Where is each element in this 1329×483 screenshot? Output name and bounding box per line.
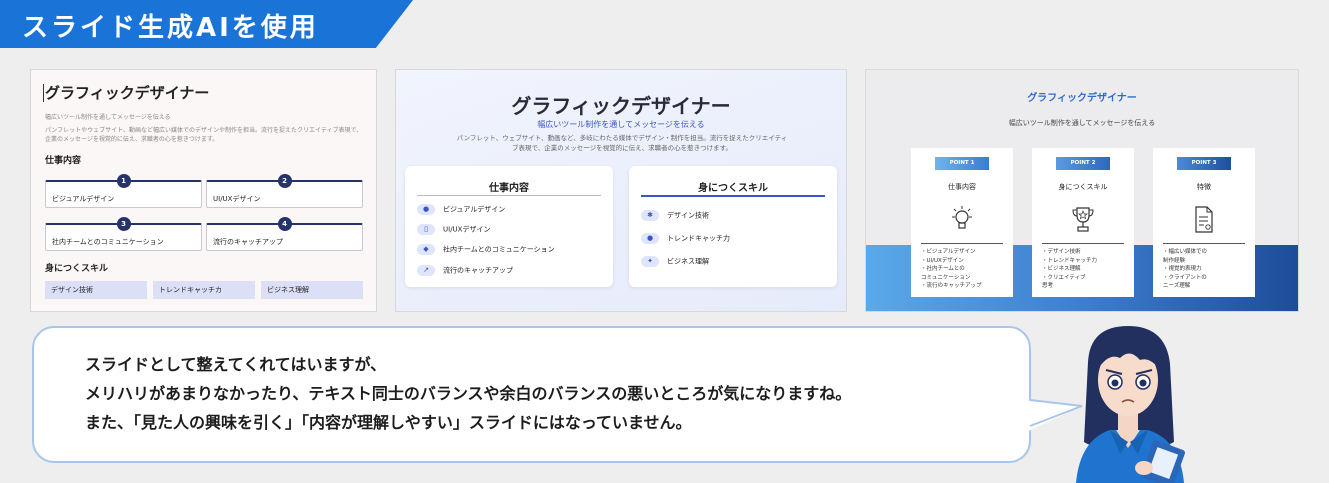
slide1-skills-heading: 身につくスキル bbox=[45, 264, 109, 274]
slide3-subtitle: 幅広いツール制作を通してメッセージを伝える bbox=[1008, 119, 1156, 127]
slide1-work-item: 3 社内チームとのコミュニケーション bbox=[45, 217, 202, 251]
list-item: ▯ UI/UXデザイン bbox=[417, 224, 490, 238]
divider bbox=[641, 195, 825, 197]
list-item-label: ビジネス理解 bbox=[667, 257, 709, 266]
skill-chip: ビジネス理解 bbox=[261, 281, 363, 299]
handshake-icon: ✦ bbox=[641, 256, 659, 267]
list-item-label: トレンドキャッチ力 bbox=[667, 234, 730, 243]
point-list-line: ・UI/UXデザイン bbox=[921, 257, 964, 264]
chart-icon: ↗ bbox=[417, 265, 435, 276]
point-list-line: ・ビジュアルデザイン bbox=[921, 249, 976, 255]
point-list-line: ・流行のキャッチアップ bbox=[921, 283, 982, 290]
point-list-line: ・クリエイティブ bbox=[1042, 274, 1086, 281]
point-list-line: ニーズ理解 bbox=[1163, 283, 1191, 290]
slide-preview-2: グラフィックデザイナー 幅広いツール制作を通してメッセージを伝える パンフレット… bbox=[395, 69, 847, 312]
slide2-description: パンフレット、ウェブサイト、動画など、多岐にわたる媒体でデザイン・制作を担当。流… bbox=[456, 134, 788, 153]
point-list: ・ビジュアルデザイン ・UI/UXデザイン ・社内チームとの コミュニケーション… bbox=[921, 248, 982, 291]
trophy-icon bbox=[1072, 207, 1094, 232]
point-list-line: コミュニケーション bbox=[921, 274, 971, 281]
lightbulb-icon bbox=[952, 206, 972, 229]
list-item-label: デザイン技術 bbox=[667, 211, 709, 220]
point-column: POINT 2 身につくスキル ・デザイン技術 ・トレンドキャッチ力 ・ビジネス… bbox=[1032, 148, 1134, 297]
point-list-line: ・デザイン技術 bbox=[1042, 249, 1081, 255]
point-column: POINT 3 特徴 ・幅広い媒体での 制作経験 ・視覚的表現力 ・クライアント… bbox=[1153, 148, 1255, 297]
point-title: 特徴 bbox=[1197, 183, 1211, 191]
point-list-line: ・クライアントの bbox=[1163, 274, 1207, 281]
work-item-label: UI/UXデザイン bbox=[213, 195, 261, 203]
point-badge: POINT 1 bbox=[935, 157, 989, 170]
phone-icon: ▯ bbox=[417, 224, 435, 235]
work-item-label: 流行のキャッチアップ bbox=[213, 238, 283, 246]
point-list-line: ・視覚的表現力 bbox=[1163, 266, 1202, 273]
slide-preview-3: グラフィックデザイナー 幅広いツール制作を通してメッセージを伝える POINT … bbox=[865, 69, 1299, 312]
slide2-subtitle: 幅広いツール制作を通してメッセージを伝える bbox=[537, 120, 705, 129]
work-item-label: ビジュアルデザイン bbox=[52, 195, 115, 203]
speech-line: メリハリがあまりなかったり、テキスト同士のバランスや余白のバランスの悪いところが… bbox=[85, 384, 852, 403]
skills-card: 身につくスキル ✱ デザイン技術 ● トレンドキャッチ力 ✦ ビジネス理解 bbox=[629, 166, 837, 287]
slide3-title: グラフィックデザイナー bbox=[1027, 93, 1137, 104]
gears-icon: ✱ bbox=[641, 210, 659, 221]
point-list: ・デザイン技術 ・トレンドキャッチ力 ・ビジネス理解 ・クリエイティブ 思考 bbox=[1042, 248, 1097, 291]
point-title: 仕事内容 bbox=[948, 183, 976, 191]
point-list-line: 思考 bbox=[1042, 283, 1054, 290]
banner-title: スライド生成AIを使用 bbox=[22, 13, 319, 43]
list-item: ● ビジュアルデザイン bbox=[417, 204, 505, 218]
skill-chip: トレンドキャッチカ bbox=[153, 281, 255, 299]
point-title: 身につくスキル bbox=[1058, 183, 1108, 191]
slide1-work-item: 2 UI/UXデザイン bbox=[206, 174, 363, 208]
slide1-description: パンフレットやウェブサイト、動画など幅広い媒体でのデザインや制作を担当。流行を捉… bbox=[45, 127, 363, 143]
slide1-title: グラフィックデザイナー bbox=[45, 84, 210, 102]
skills-card-title: 身につくスキル bbox=[698, 183, 768, 194]
speech-text: スライドとして整えてくれてはいますが、 メリハリがあまりなかったり、テキスト同士… bbox=[85, 350, 851, 437]
slide-preview-1: グラフィックデザイナー 幅広いツール制作を通してメッセージを伝える パンフレット… bbox=[30, 69, 377, 312]
speech-line: スライドとして整えてくれてはいますが、 bbox=[85, 355, 387, 374]
work-card-title: 仕事内容 bbox=[489, 183, 529, 194]
list-item: ● トレンドキャッチ力 bbox=[641, 233, 730, 247]
document-icon bbox=[1195, 206, 1213, 233]
point-list-line: 制作経験 bbox=[1163, 257, 1186, 264]
work-item-label: 社内チームとのコミュニケーション bbox=[52, 238, 164, 246]
list-item-label: 流行のキャッチアップ bbox=[443, 266, 513, 275]
point-badge: POINT 2 bbox=[1056, 157, 1110, 170]
chat-icon: ◆ bbox=[417, 244, 435, 255]
slide1-work-item: 1 ビジュアルデザイン bbox=[45, 174, 202, 208]
text-cursor bbox=[43, 84, 44, 102]
slide1-work-heading: 仕事内容 bbox=[45, 156, 82, 166]
work-card: 仕事内容 ● ビジュアルデザイン ▯ UI/UXデザイン ◆ 社内チームとのコミュニケ… bbox=[405, 166, 613, 287]
slide2-title: グラフィックデザイナー bbox=[511, 94, 731, 118]
list-item-label: ビジュアルデザイン bbox=[443, 205, 506, 214]
speech-line: また、「見た人の興味を引く」「内容が理解しやすい」スライドにはなっていません。 bbox=[85, 413, 692, 432]
divider bbox=[921, 243, 1003, 244]
point-column: POINT 1 仕事内容 ・ビジュアルデザイン ・UI/UXデザイン ・社内チー… bbox=[911, 148, 1013, 297]
step-number: 4 bbox=[277, 217, 292, 231]
point-list-line: ・幅広い媒体での bbox=[1163, 249, 1208, 255]
list-item: ✦ ビジネス理解 bbox=[641, 256, 709, 270]
step-number: 3 bbox=[116, 217, 131, 231]
point-list-line: ・ビジネス理解 bbox=[1042, 266, 1081, 273]
lightbulb-icon: ● bbox=[641, 233, 659, 244]
step-number: 1 bbox=[116, 174, 131, 188]
list-item: ◆ 社内チームとのコミュニケーション bbox=[417, 244, 555, 258]
divider bbox=[417, 195, 601, 196]
point-list-line: ・トレンドキャッチ力 bbox=[1042, 257, 1098, 264]
slide1-subtitle: 幅広いツール制作を通してメッセージを伝える bbox=[45, 114, 171, 121]
slide1-work-item: 4 流行のキャッチアップ bbox=[206, 217, 363, 251]
step-number: 2 bbox=[277, 174, 292, 188]
palette-icon: ● bbox=[417, 204, 435, 215]
skill-chip: デザイン技術 bbox=[45, 281, 147, 299]
list-item-label: UI/UXデザイン bbox=[443, 225, 491, 234]
divider bbox=[1042, 243, 1124, 244]
point-list-line: ・社内チームとの bbox=[921, 266, 965, 273]
list-item-label: 社内チームとのコミュニケーション bbox=[443, 245, 555, 254]
list-item: ✱ デザイン技術 bbox=[641, 210, 709, 224]
point-list: ・幅広い媒体での 制作経験 ・視覚的表現力 ・クライアントの ニーズ理解 bbox=[1163, 248, 1207, 291]
list-item: ↗ 流行のキャッチアップ bbox=[417, 265, 513, 279]
woman-character-illustration bbox=[1076, 326, 1185, 483]
divider bbox=[1163, 243, 1245, 244]
point-badge: POINT 3 bbox=[1177, 157, 1231, 170]
